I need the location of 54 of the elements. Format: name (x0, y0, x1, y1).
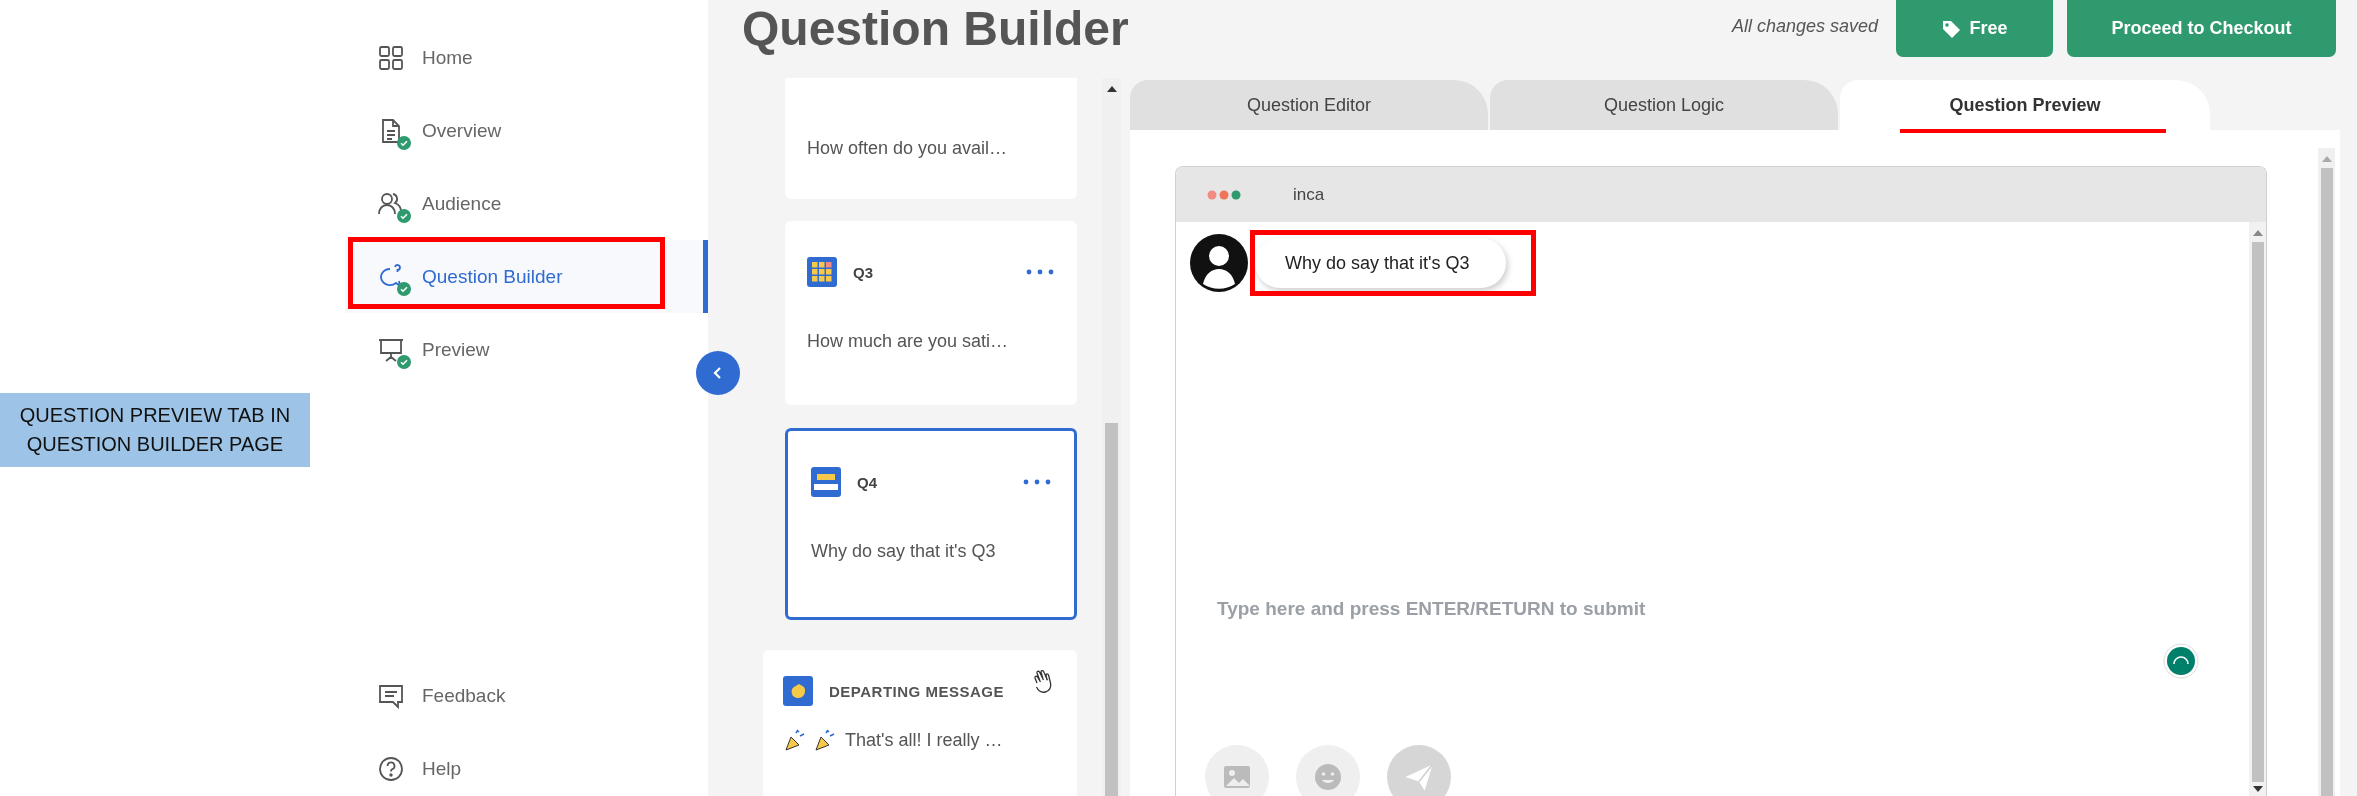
departing-title: DEPARTING MESSAGE (829, 682, 1004, 700)
message-icon (378, 682, 404, 709)
question-text: How much are you sati… (807, 331, 1010, 352)
collapse-button[interactable] (696, 351, 740, 395)
chat-title: inca (1293, 184, 1325, 205)
sidebar-item[interactable]: Question Builder (345, 240, 708, 313)
window-dots-icon (1207, 189, 1241, 200)
party-popper-icon (813, 728, 837, 752)
question-text: Why do say that it's Q3 (811, 541, 997, 562)
tab[interactable]: Question Preview (1840, 80, 2210, 130)
question-card[interactable]: Q4 Why do say that it's Q3 (785, 428, 1077, 620)
departing-card[interactable]: DEPARTING MESSAGE That's all! I really … (763, 650, 1077, 796)
image-button[interactable] (1205, 745, 1269, 796)
question-card[interactable]: How often do you avail… (785, 78, 1077, 199)
sidebar-item[interactable]: Home (345, 21, 493, 94)
send-button[interactable] (1387, 745, 1451, 796)
caption-label: QUESTION PREVIEW TAB IN QUESTION BUILDER PAGE (0, 393, 310, 467)
sidebar-item[interactable]: Feedback (345, 659, 708, 732)
party-popper-icon (783, 728, 807, 752)
plan-button[interactable]: Free (1896, 0, 2053, 57)
emoji-button[interactable] (1296, 745, 1360, 796)
scrollbar[interactable] (2249, 222, 2266, 796)
text-field-icon (811, 467, 841, 497)
question-number: Q4 (857, 473, 877, 491)
scroll-up-icon[interactable] (1106, 86, 1117, 92)
more-icon[interactable] (1022, 478, 1052, 486)
more-icon[interactable] (1025, 268, 1055, 276)
question-number: Q3 (853, 263, 873, 281)
chat-bubble: Why do say that it's Q3 (1255, 238, 1506, 288)
smiley-icon (1313, 762, 1343, 792)
help-icon (378, 755, 404, 782)
question-text: How often do you avail… (807, 138, 1008, 159)
loading-icon (2163, 643, 2199, 679)
tab[interactable]: Question Logic (1490, 80, 1838, 130)
presentation-icon (378, 336, 404, 363)
sidebar-item[interactable]: Help (345, 732, 708, 796)
checkout-button[interactable]: Proceed to Checkout (2067, 0, 2336, 57)
scrollbar[interactable] (1102, 78, 1121, 796)
grid-icon (378, 44, 404, 71)
scrollbar[interactable] (2318, 148, 2335, 796)
page-title: Question Builder (742, 1, 1129, 57)
departing-text: That's all! I really … (845, 729, 1003, 751)
tab[interactable]: Question Editor (1130, 80, 1488, 130)
tag-icon (1941, 18, 1962, 39)
question-card[interactable]: Q3 How much are you sati… (785, 221, 1077, 405)
message-input[interactable]: Type here and press ENTER/RETURN to submit (1217, 598, 1977, 620)
grid-icon (807, 257, 837, 287)
sidebar-item[interactable]: Preview (345, 313, 510, 386)
save-status: All changes saved (1731, 16, 1878, 37)
people-icon (378, 190, 404, 217)
sidebar-item[interactable]: Overview (345, 94, 522, 167)
avatar-icon (1190, 234, 1248, 292)
sidebar-item[interactable]: Audience (345, 167, 522, 240)
scroll-down-icon[interactable] (2252, 786, 2263, 792)
